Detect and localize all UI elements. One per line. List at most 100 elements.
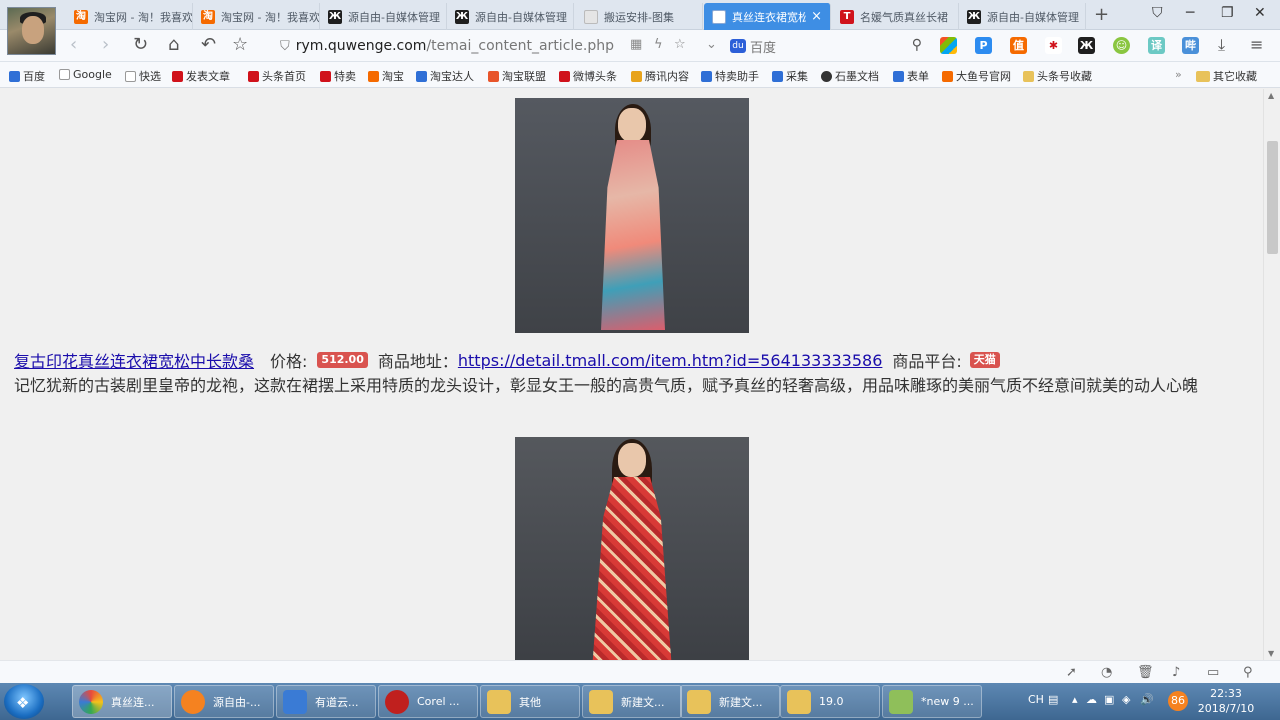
home-icon[interactable]: ⌂: [168, 35, 179, 55]
bookmark-item[interactable]: 百度: [9, 68, 45, 84]
window-icon[interactable]: ▭: [1207, 665, 1219, 680]
security-icon[interactable]: ◈: [1122, 693, 1130, 706]
system-clock[interactable]: 22:33 2018/7/10: [1196, 686, 1256, 716]
qr-code-icon[interactable]: ▦: [630, 37, 642, 52]
tab-3[interactable]: Ж 源自由-自媒体管理: [320, 3, 447, 30]
tab-7[interactable]: T 名媛气质真丝长裙: [832, 3, 959, 30]
uc-app-icon: [181, 689, 205, 714]
bookmark-label: 大鱼号官网: [956, 70, 1011, 83]
windows-apps-icon[interactable]: [940, 37, 957, 54]
teal-extension-icon[interactable]: 译: [1148, 37, 1165, 54]
alimama-icon: [488, 70, 499, 82]
taskbar-item[interactable]: 源自由-...: [174, 685, 274, 718]
p-extension-icon[interactable]: P: [975, 37, 992, 54]
bookmark-item[interactable]: 大鱼号官网: [942, 68, 1011, 84]
bookmarks-more-button[interactable]: »: [1175, 68, 1182, 81]
yuanziyou-ext-icon[interactable]: Ж: [1078, 37, 1095, 54]
input-language[interactable]: CH: [1028, 693, 1044, 706]
search-box[interactable]: du 百度 ⚲: [730, 34, 926, 58]
product-image[interactable]: [515, 98, 749, 333]
product-url-link[interactable]: https://detail.tmall.com/item.htm?id=564…: [458, 351, 883, 370]
bookmark-item[interactable]: 微博头条: [559, 68, 617, 84]
blue-extension-icon[interactable]: 哔: [1182, 37, 1199, 54]
taskbar-item[interactable]: *new 9 ...: [882, 685, 982, 718]
bookmark-item[interactable]: 淘宝达人: [416, 68, 474, 84]
search-icon[interactable]: ⚲: [912, 37, 922, 53]
tab-8[interactable]: Ж 源自由-自媒体管理: [959, 3, 1086, 30]
product-title-link[interactable]: 复古印花真丝连衣裙宽松中长款桑: [14, 348, 254, 372]
bookmark-item[interactable]: 淘宝: [368, 68, 404, 84]
zoom-icon[interactable]: ⚲: [1243, 665, 1253, 680]
tab-2[interactable]: 淘 淘宝网 - 淘！我喜欢: [193, 3, 320, 30]
cloud-icon[interactable]: ☁: [1086, 693, 1097, 706]
minimize-icon[interactable]: ─: [1186, 5, 1194, 21]
bookmark-label: 特卖: [334, 70, 356, 83]
paw-icon: [9, 70, 20, 82]
tab-5[interactable]: 搬运安排-图集: [576, 3, 703, 30]
restore-icon[interactable]: ❐: [1221, 5, 1234, 21]
volume-icon[interactable]: ♪: [1172, 665, 1180, 680]
document-icon: [712, 9, 726, 24]
bookmark-item[interactable]: 头条首页: [248, 68, 306, 84]
bookmark-item[interactable]: 特卖: [320, 68, 356, 84]
taskbar-item[interactable]: 其他: [480, 685, 580, 718]
other-bookmarks-folder[interactable]: 其它收藏: [1196, 68, 1257, 84]
taskbar-item[interactable]: Corel ...: [378, 685, 478, 718]
ime-icon[interactable]: ▤: [1048, 693, 1058, 706]
battery-badge[interactable]: 86: [1168, 691, 1188, 711]
bookmark-item[interactable]: 特卖助手: [701, 68, 759, 84]
scroll-down-icon[interactable]: ▼: [1268, 649, 1274, 658]
tab-1[interactable]: 淘 淘宝网 - 淘！我喜欢: [66, 3, 193, 30]
lightning-icon[interactable]: ϟ: [654, 37, 663, 52]
site-info-icon[interactable]: ⛉: [280, 39, 290, 54]
vertical-scrollbar[interactable]: ▲ ▼: [1263, 89, 1280, 660]
product-image[interactable]: [515, 437, 749, 660]
favorite-star-icon[interactable]: ☆: [232, 35, 248, 55]
chevron-down-icon[interactable]: ⌄: [706, 37, 717, 52]
weibo-fire-icon[interactable]: ✱: [1045, 37, 1062, 54]
bookmark-item[interactable]: 采集: [772, 68, 808, 84]
menu-icon[interactable]: ≡: [1250, 35, 1263, 55]
undo-icon[interactable]: ↶: [201, 35, 216, 55]
bookmark-item[interactable]: 头条号收藏: [1023, 68, 1092, 84]
tab-6-active[interactable]: 真丝连衣裙宽松 ×: [704, 3, 831, 30]
tray-expand-icon[interactable]: ▴: [1072, 693, 1078, 706]
accelerate-icon[interactable]: ◔: [1101, 665, 1112, 680]
speaker-icon[interactable]: 🔊: [1140, 693, 1154, 706]
taskbar-item[interactable]: 新建文...: [582, 685, 682, 718]
start-button[interactable]: ❖: [4, 684, 44, 719]
tab-close-icon[interactable]: ×: [811, 9, 822, 24]
bookmark-item[interactable]: 快选: [125, 68, 161, 84]
bookmark-item[interactable]: 石墨文档: [821, 68, 879, 84]
scroll-up-icon[interactable]: ▲: [1268, 91, 1274, 100]
bookmark-item[interactable]: 表单: [893, 68, 929, 84]
zhi-extension-icon[interactable]: 值: [1010, 37, 1027, 54]
scroll-thumb[interactable]: [1267, 141, 1278, 254]
taskbar-item[interactable]: 新建文...: [680, 685, 780, 718]
bookmark-item[interactable]: 发表文章: [172, 68, 230, 84]
reload-icon[interactable]: ↻: [133, 35, 148, 55]
new-tab-button[interactable]: +: [1094, 4, 1109, 25]
tab-4[interactable]: Ж 源自由-自媒体管理: [447, 3, 574, 30]
bookmark-star-icon[interactable]: ☆: [674, 37, 686, 52]
network-icon[interactable]: ▣: [1104, 693, 1114, 706]
close-window-icon[interactable]: ✕: [1254, 5, 1266, 21]
model-face: [618, 108, 646, 142]
skin-icon[interactable]: ⛉: [1152, 5, 1163, 21]
back-icon[interactable]: ‹: [70, 35, 77, 55]
green-face-icon[interactable]: ☺: [1113, 37, 1130, 54]
taskbar-item[interactable]: 真丝连...: [72, 685, 172, 718]
user-avatar[interactable]: [7, 7, 56, 55]
taskbar-item[interactable]: 19.0: [780, 685, 880, 718]
trash-icon[interactable]: 🗑: [1137, 665, 1154, 680]
rocket-icon[interactable]: ➚: [1066, 665, 1077, 680]
download-icon[interactable]: ⤓: [1218, 35, 1225, 55]
search-input[interactable]: 百度: [750, 37, 776, 56]
bookmark-item[interactable]: 腾讯内容: [631, 68, 689, 84]
folder-icon: [1196, 70, 1210, 82]
bookmark-item[interactable]: 淘宝联盟: [488, 68, 546, 84]
taskbar-item[interactable]: 有道云...: [276, 685, 376, 718]
forward-icon[interactable]: ›: [102, 35, 109, 55]
bookmark-item[interactable]: Google: [59, 68, 112, 81]
status-bar: ➚ ◔ 🗑 ♪ ▭ ⚲: [0, 660, 1280, 683]
